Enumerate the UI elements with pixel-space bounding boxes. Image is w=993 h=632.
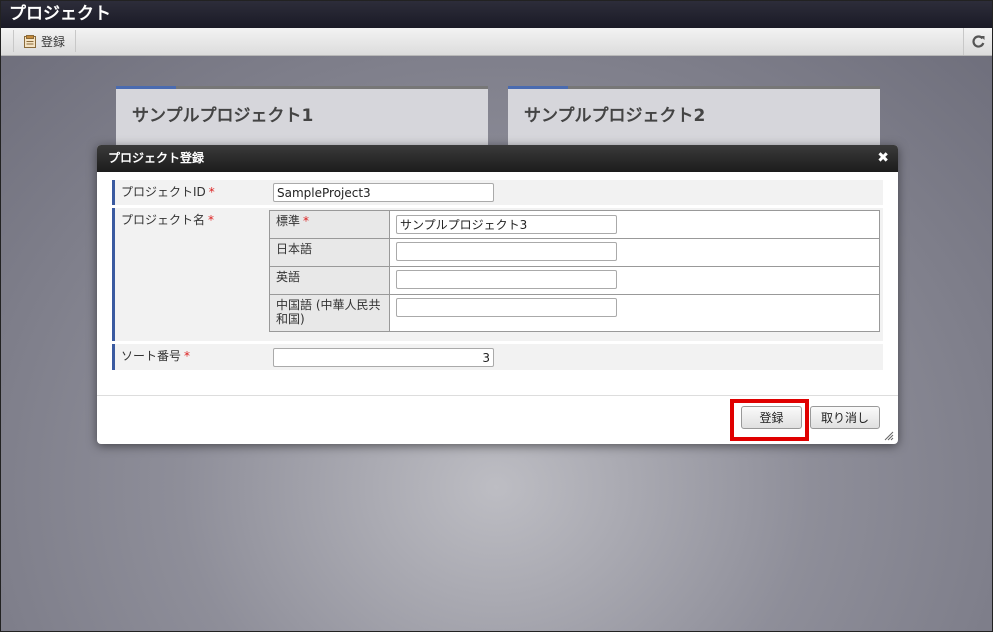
- language-label: 標準 *: [270, 211, 390, 238]
- required-mark: *: [208, 185, 215, 199]
- language-row-japanese: 日本語: [270, 239, 879, 267]
- sort-number-input[interactable]: [273, 348, 494, 367]
- project-name-english-input[interactable]: [396, 270, 617, 289]
- sort-number-label: ソート番号 *: [112, 344, 262, 370]
- project-name-value-cell: 標準* 日本語 英語 中国語 (中華人民共和国): [267, 208, 883, 341]
- sort-number-label-text: ソート番号: [121, 349, 182, 363]
- register-button[interactable]: 登録: [741, 406, 802, 429]
- toolbar-register-button[interactable]: 登録: [13, 30, 77, 52]
- project-name-standard-input[interactable]: [396, 215, 617, 234]
- toolbar-register-label: 登録: [41, 34, 66, 49]
- window-title: プロジェクト: [1, 1, 992, 28]
- required-mark: *: [184, 349, 191, 363]
- dialog-footer-divider: [97, 395, 898, 396]
- language-label: 英語: [270, 267, 390, 294]
- register-icon: [24, 34, 36, 48]
- language-table: 標準* 日本語 英語 中国語 (中華人民共和国): [269, 210, 880, 332]
- project-register-dialog: プロジェクト登録 ✖ プロジェクトID* プロジェクト名* 標準*: [97, 145, 898, 444]
- required-mark: *: [208, 213, 215, 227]
- sort-number-value-cell: [267, 344, 883, 370]
- language-label-text: 標準: [276, 214, 301, 228]
- project-card-title: サンプルプロジェクト2: [524, 106, 706, 126]
- language-label: 日本語: [270, 239, 390, 266]
- card-accent: [508, 86, 568, 89]
- project-name-label: プロジェクト名 *: [112, 208, 262, 341]
- toolbar: 登録: [1, 28, 992, 56]
- project-id-input[interactable]: [273, 183, 494, 202]
- language-row-english: 英語: [270, 267, 879, 295]
- language-row-standard: 標準 *: [270, 211, 879, 239]
- project-name-chinese-input[interactable]: [396, 298, 617, 317]
- language-label: 中国語 (中華人民共和国): [270, 295, 390, 331]
- project-id-label-text: プロジェクトID: [121, 185, 206, 199]
- app-window: プロジェクト 登録 サンプルプロジェクト1 サンプルプロジェクト2 プロジェクト…: [0, 0, 993, 632]
- project-card-title: サンプルプロジェクト1: [132, 106, 314, 126]
- project-id-label: プロジェクトID *: [112, 180, 262, 205]
- dialog-header: プロジェクト登録 ✖: [97, 145, 898, 172]
- dialog-title: プロジェクト登録: [108, 151, 205, 165]
- refresh-icon[interactable]: [963, 28, 992, 55]
- language-row-chinese: 中国語 (中華人民共和国): [270, 295, 879, 331]
- project-name-label-text: プロジェクト名: [121, 213, 206, 227]
- project-id-row: プロジェクトID *: [112, 180, 883, 205]
- project-name-row: プロジェクト名* 標準* 日本語 英語: [112, 208, 883, 341]
- resize-grip-icon[interactable]: [884, 430, 894, 441]
- card-accent: [116, 86, 176, 89]
- project-id-value-cell: [267, 180, 883, 205]
- cancel-button[interactable]: 取り消し: [810, 406, 880, 429]
- project-name-japanese-input[interactable]: [396, 242, 617, 261]
- close-icon[interactable]: ✖: [877, 145, 889, 172]
- sort-number-row: ソート番号 *: [112, 344, 883, 370]
- required-mark: *: [303, 214, 310, 228]
